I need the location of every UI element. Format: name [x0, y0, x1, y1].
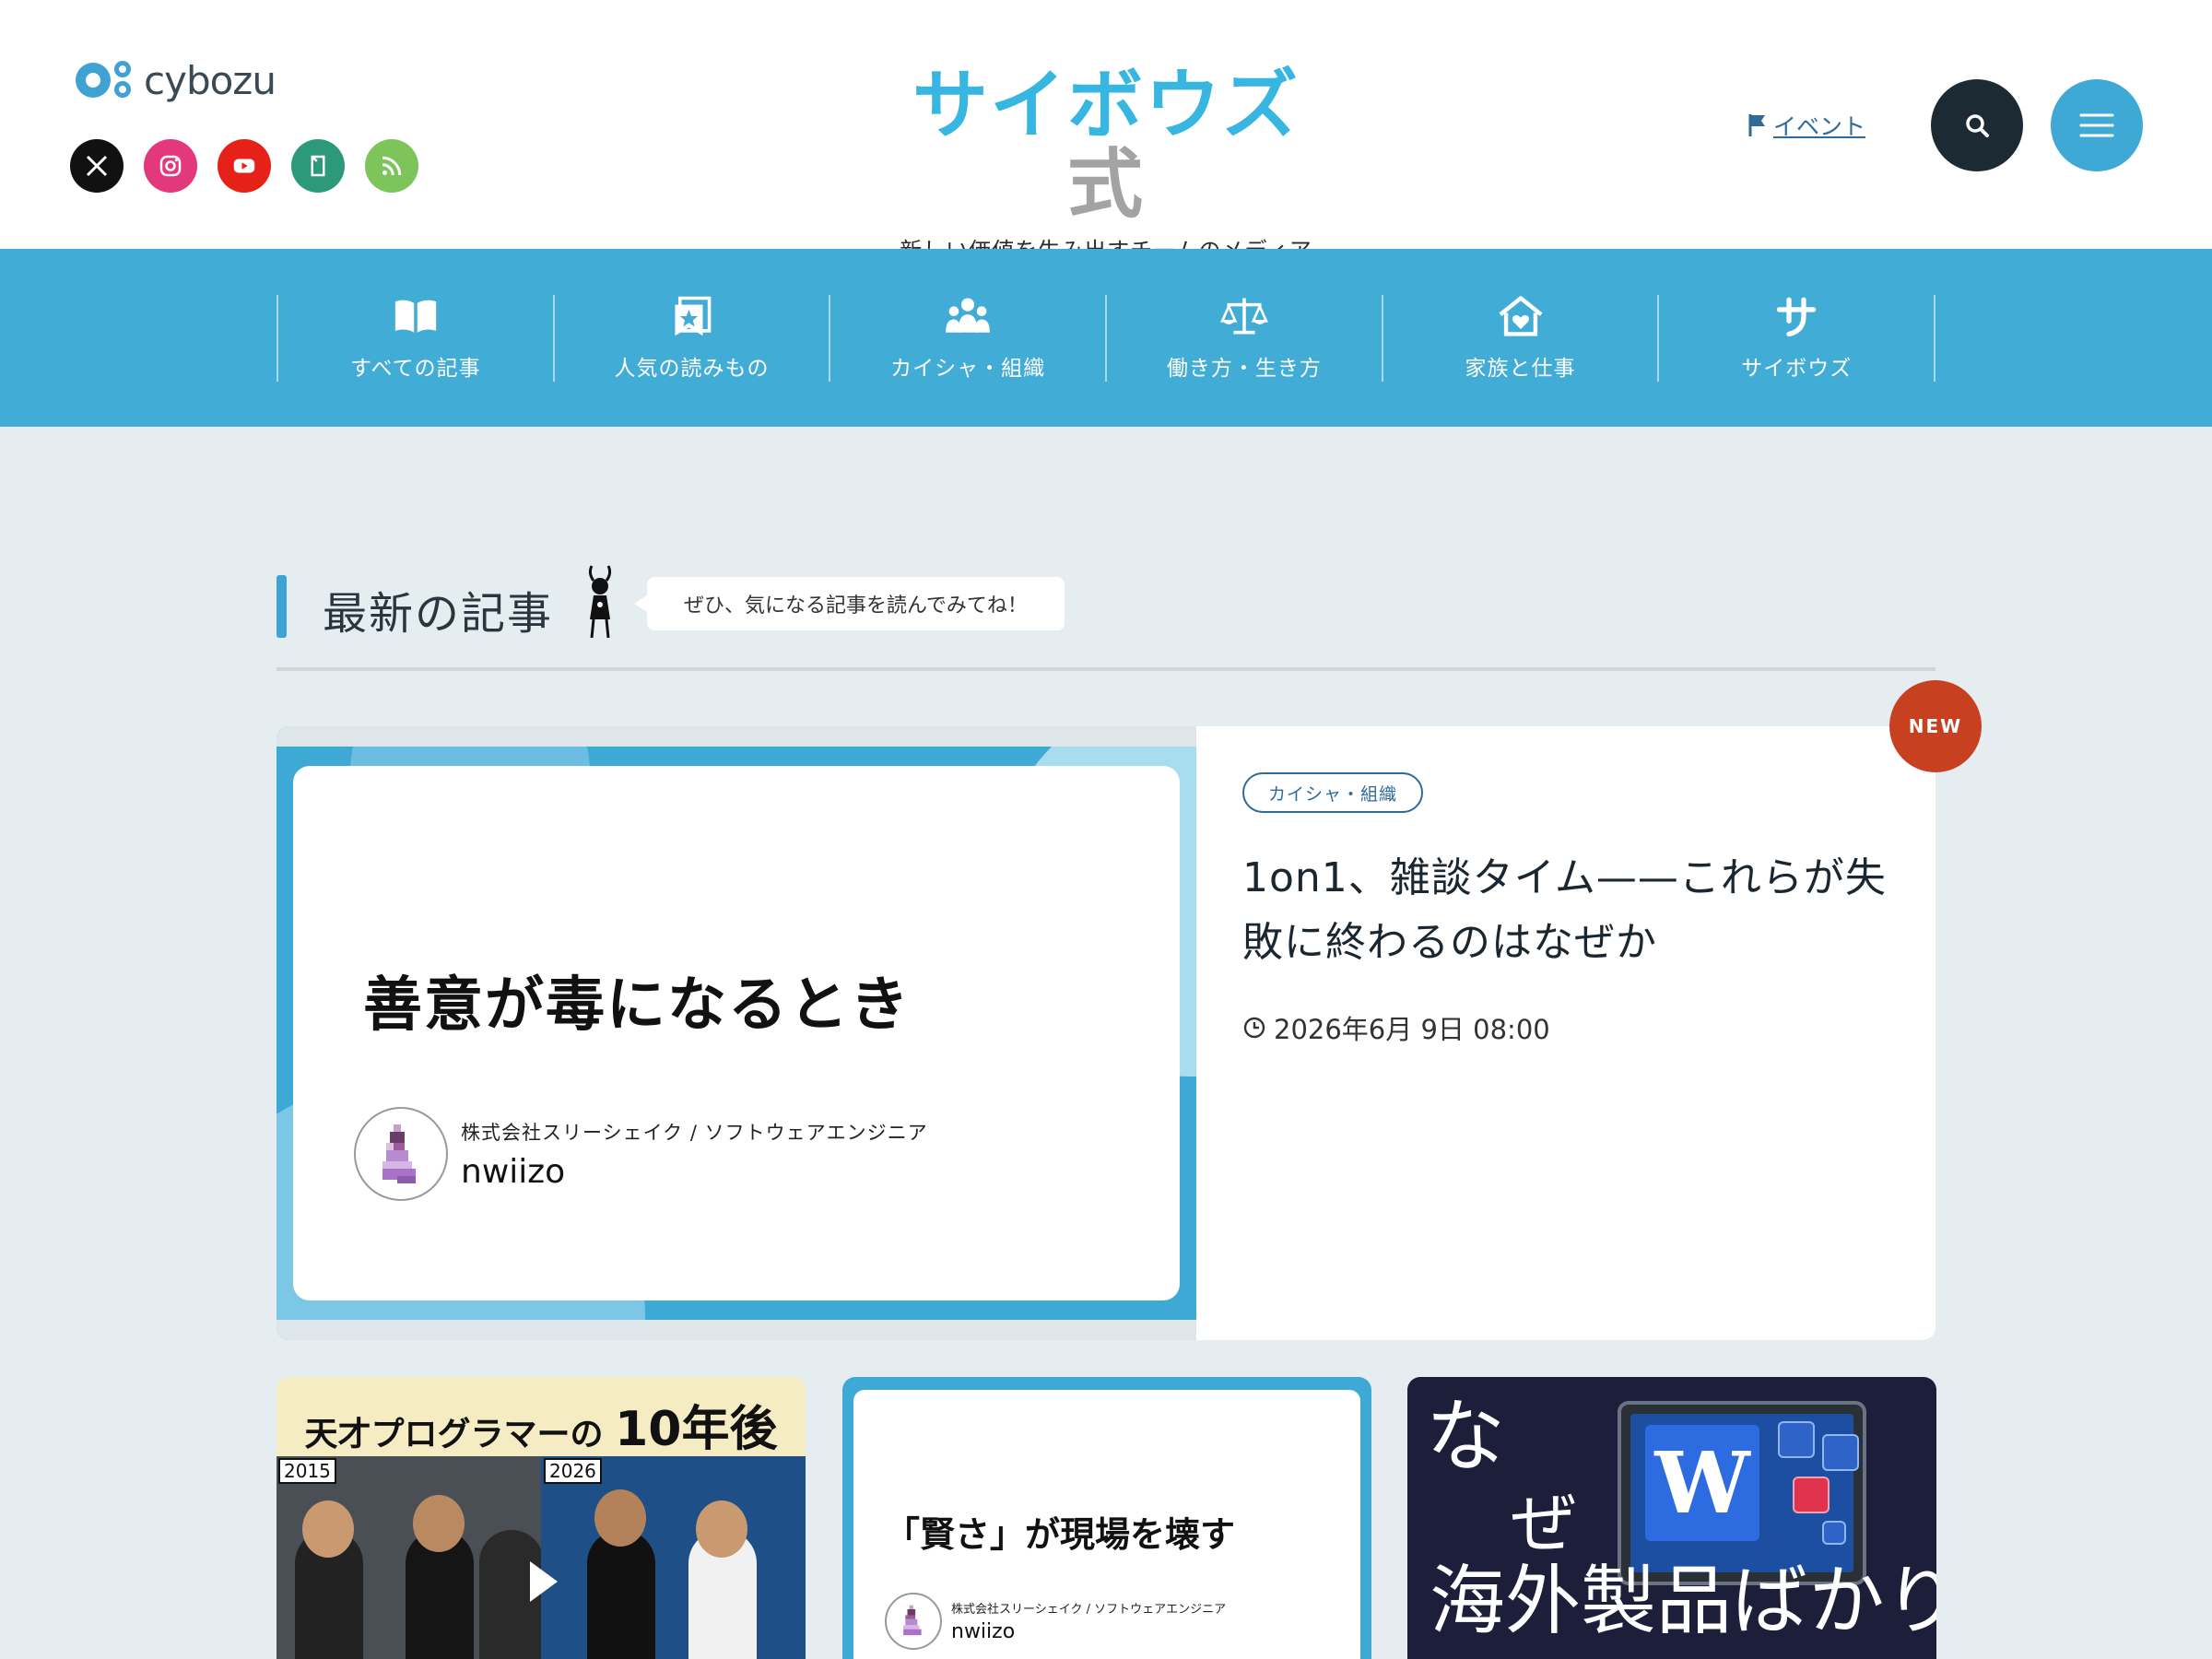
card-thumbnail-title: 天才プログラマーの 10年後 — [304, 1402, 778, 1457]
event-link-label: イベント — [1773, 113, 1866, 140]
nav-label: 家族と仕事 — [1465, 357, 1576, 381]
article-card-genius-programmer[interactable]: 天才プログラマーの 10年後 2015 2026 — [276, 1377, 806, 1659]
site-header: cybozu サイボウズ式 新しい価値を生み出すチームのメディア イベント — [0, 0, 2212, 264]
article-card-overseas-products[interactable]: W な ぜ 海外製品ばかりに? — [1407, 1377, 1936, 1659]
thumbnail-headline: 善意が毒になるとき — [363, 971, 911, 1040]
avatar — [885, 1593, 942, 1650]
search-button[interactable] — [1931, 79, 2023, 171]
scale-icon — [1219, 298, 1268, 335]
nav-item-work-life[interactable]: 働き方・生き方 — [1107, 295, 1383, 382]
rss-icon[interactable] — [365, 139, 418, 193]
thumbnail-author: 株式会社スリーシェイク / ソフトウェアエンジニア nwiizo — [354, 1107, 928, 1201]
featured-title[interactable]: 1on1、雑談タイム——これらが失敗に終わるのはなぜか — [1242, 846, 1888, 975]
menu-button[interactable] — [2051, 79, 2143, 171]
nav-item-cybozu[interactable]: サイボウズ — [1659, 295, 1936, 382]
cybozu-mark-icon — [76, 57, 136, 103]
card-text-rest: 海外製品ばかりに? — [1430, 1558, 1936, 1645]
nav-label: すべての記事 — [350, 357, 481, 381]
word-app-icon: W — [1645, 1425, 1759, 1541]
author-name: nwiizo — [461, 1152, 566, 1191]
x-icon[interactable] — [70, 139, 124, 193]
grid-icon — [1822, 1434, 1859, 1471]
ichitaro-icon — [1793, 1477, 1830, 1513]
section-title: 最新の記事 — [323, 588, 554, 640]
nav-label: サイボウズ — [1741, 357, 1853, 381]
author-org: 株式会社スリーシェイク / ソフトウェアエンジニア — [461, 1121, 928, 1144]
home-heart-icon — [1499, 296, 1543, 336]
search-icon — [1966, 114, 1989, 137]
nav-item-popular[interactable]: 人気の読みもの — [555, 295, 831, 382]
people-icon — [946, 298, 991, 333]
nav-label: カイシャ・組織 — [890, 357, 1046, 381]
speech-bubble: ぜひ、気になる記事を読んでみてね！ — [634, 577, 1065, 630]
hamburger-icon — [2079, 113, 2114, 137]
event-link[interactable]: イベント — [1747, 109, 1865, 142]
year-label-left: 2015 — [278, 1458, 336, 1484]
main-nav: すべての記事 人気の読みもの カイシャ・組織 働き方・生き方 家族と仕事 サイボ… — [0, 249, 2212, 427]
mascot-icon — [588, 565, 612, 639]
avatar — [354, 1107, 448, 1201]
note-icon[interactable] — [291, 139, 345, 193]
photo-2015 — [276, 1456, 541, 1659]
card-text-na: な — [1426, 1391, 1505, 1483]
cybozu-logo[interactable]: cybozu — [76, 57, 276, 103]
latest-section-header: 最新の記事 ぜひ、気になる記事を読んでみてね！ — [276, 564, 1936, 671]
book-icon — [394, 300, 436, 333]
category-tag[interactable]: カイシャ・組織 — [1242, 772, 1424, 813]
photo-2026 — [541, 1456, 806, 1659]
card-thumbnail-title: 「賢さ」が現場を壊す — [885, 1514, 1236, 1555]
featured-date: 2026年6月 9日 08:00 — [1242, 1008, 1550, 1047]
nav-item-company[interactable]: カイシャ・組織 — [830, 295, 1108, 382]
featured-article-card[interactable]: 善意が毒になるとき 株式会社スリーシェイク / ソフトウェアエンジニア nwii… — [276, 726, 1936, 1340]
star-bookmark-icon — [674, 296, 711, 336]
new-badge: NEW — [1889, 680, 1982, 772]
site-logo[interactable]: サイボウズ式 新しい価値を生み出すチームのメディア — [885, 66, 1327, 265]
globe-icon — [1778, 1421, 1815, 1458]
date-text: 2026年6月 9日 08:00 — [1274, 1014, 1550, 1045]
year-label-right: 2026 — [544, 1458, 602, 1484]
nav-item-family-work[interactable]: 家族と仕事 — [1383, 295, 1660, 382]
site-title: サイボウズ式 — [912, 62, 1300, 229]
cybozu-wordmark: cybozu — [144, 57, 276, 103]
flag-icon — [1748, 114, 1765, 136]
section-accent-bar — [276, 575, 287, 638]
nav-label: 人気の読みもの — [614, 357, 770, 381]
clock-icon — [1243, 1017, 1265, 1039]
social-links — [70, 139, 418, 193]
nav-label: 働き方・生き方 — [1166, 357, 1322, 381]
youtube-icon[interactable] — [218, 139, 271, 193]
nav-item-all-articles[interactable]: すべての記事 — [278, 295, 555, 382]
instagram-icon[interactable] — [144, 139, 197, 193]
play-icon — [530, 1561, 558, 1602]
article-card-smartness[interactable]: 「賢さ」が現場を壊す 株式会社スリーシェイク / ソフトウェアエンジニア nwi… — [842, 1377, 1371, 1659]
card-author: 株式会社スリーシェイク / ソフトウェアエンジニア nwiizo — [885, 1593, 1226, 1650]
featured-thumbnail[interactable]: 善意が毒になるとき 株式会社スリーシェイク / ソフトウェアエンジニア nwii… — [276, 726, 1196, 1340]
sa-icon — [1776, 297, 1817, 337]
author-name: nwiizo — [951, 1620, 1016, 1643]
author-org: 株式会社スリーシェイク / ソフトウェアエンジニア — [951, 1603, 1227, 1617]
